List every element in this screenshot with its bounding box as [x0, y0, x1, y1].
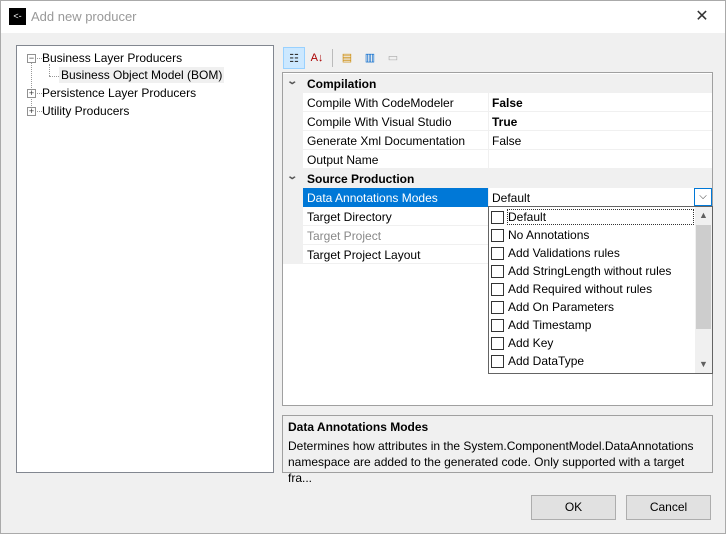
property-row[interactable]: Generate Xml Documentation False [283, 131, 712, 150]
checkbox[interactable] [491, 265, 504, 278]
events-icon[interactable]: ▭ [382, 47, 404, 69]
description-panel: Data Annotations Modes Determines how at… [282, 415, 713, 485]
dropdown-item[interactable]: Add DataType [489, 352, 695, 370]
description-text: Determines how attributes in the System.… [288, 439, 694, 485]
dropdown-item[interactable]: Add On Parameters [489, 298, 695, 316]
item-label: No Annotations [508, 228, 590, 242]
expand-icon[interactable]: + [27, 107, 36, 116]
dropdown-scrollbar[interactable]: ▲ ▼ [695, 207, 712, 373]
checkbox[interactable] [491, 301, 504, 314]
scroll-up-icon[interactable]: ▲ [695, 207, 712, 224]
producer-tree[interactable]: − Business Layer Producers Business Obje… [16, 45, 274, 473]
tree-node-persistence-layer[interactable]: Persistence Layer Producers [42, 86, 196, 100]
item-label: Default [507, 209, 694, 225]
checkbox[interactable] [491, 337, 504, 350]
property-name: Compile With Visual Studio [307, 115, 452, 129]
checkbox[interactable] [491, 247, 504, 260]
checkbox[interactable] [491, 319, 504, 332]
categorized-icon[interactable]: ☷ [283, 47, 305, 69]
collapse-icon[interactable]: − [27, 54, 36, 63]
ok-button[interactable]: OK [531, 495, 616, 520]
item-label: Add DataType [508, 354, 585, 368]
chevron-down-icon[interactable]: ⌄ [286, 76, 298, 87]
property-name: Target Project Layout [307, 248, 421, 262]
dropdown-item[interactable]: No Annotations [489, 226, 695, 244]
property-name: Compile With CodeModeler [307, 96, 454, 110]
property-pages-icon[interactable]: ▥ [359, 47, 381, 69]
dropdown-item[interactable]: Add Validations rules [489, 244, 695, 262]
checkbox[interactable] [491, 355, 504, 368]
dropdown-item[interactable]: Add Key [489, 334, 695, 352]
item-label: Add Required without rules [508, 282, 653, 296]
property-value[interactable]: True [492, 115, 517, 129]
tree-node-bom[interactable]: Business Object Model (BOM) [59, 67, 225, 83]
item-label: Add Key [508, 336, 554, 350]
property-name: Output Name [307, 153, 379, 167]
tree-node-utility[interactable]: Utility Producers [42, 104, 129, 118]
expand-icon[interactable]: + [27, 89, 36, 98]
item-label: Add StringLength without rules [508, 264, 672, 278]
chevron-down-icon[interactable]: ⌄ [286, 171, 298, 182]
property-row[interactable]: Compile With Visual Studio True [283, 112, 712, 131]
checkbox[interactable] [491, 229, 504, 242]
dropdown-item[interactable]: Default [489, 208, 695, 226]
category-compilation[interactable]: ⌄ Compilation [283, 74, 712, 93]
scroll-thumb[interactable] [696, 225, 711, 329]
category-label: Source Production [307, 172, 415, 186]
item-label: Add Timestamp [508, 318, 592, 332]
property-row[interactable]: Output Name [283, 150, 712, 169]
dropdown-item[interactable]: Add StringLength without rules [489, 262, 695, 280]
property-value[interactable]: False [492, 96, 523, 110]
property-name: Target Directory [307, 210, 392, 224]
property-value[interactable]: False [492, 134, 521, 148]
dropdown-chevron-icon[interactable]: ⌵ [694, 188, 712, 206]
category-label: Compilation [307, 77, 377, 91]
property-value[interactable]: Default [492, 191, 530, 205]
window-title: Add new producer [31, 9, 137, 24]
add-property-icon[interactable]: ▤ [336, 47, 358, 69]
item-label: Add Validations rules [508, 246, 620, 260]
data-annotations-dropdown[interactable]: Default No Annotations Add Validations rul… [488, 206, 713, 374]
cancel-button[interactable]: Cancel [626, 495, 711, 520]
checkbox[interactable] [491, 283, 504, 296]
category-source-production[interactable]: ⌄ Source Production [283, 169, 712, 188]
tree-node-business-layer[interactable]: Business Layer Producers [42, 51, 182, 65]
dropdown-item[interactable]: Add Timestamp [489, 316, 695, 334]
description-title: Data Annotations Modes [288, 420, 429, 434]
property-row[interactable]: Compile With CodeModeler False [283, 93, 712, 112]
close-icon[interactable]: ✕ [689, 5, 715, 29]
scroll-down-icon[interactable]: ▼ [695, 356, 712, 373]
property-name: Data Annotations Modes [307, 191, 438, 205]
property-name: Generate Xml Documentation [307, 134, 466, 148]
dropdown-item[interactable]: Add Required without rules [489, 280, 695, 298]
property-name: Target Project [307, 229, 382, 243]
app-icon: <- [9, 8, 26, 25]
title-bar: <- Add new producer ✕ [1, 1, 725, 33]
alphabetical-icon[interactable]: A↓ [306, 47, 328, 69]
checkbox[interactable] [491, 211, 504, 224]
item-label: Add On Parameters [508, 300, 615, 314]
property-row[interactable]: Data Annotations Modes Default [283, 188, 712, 207]
